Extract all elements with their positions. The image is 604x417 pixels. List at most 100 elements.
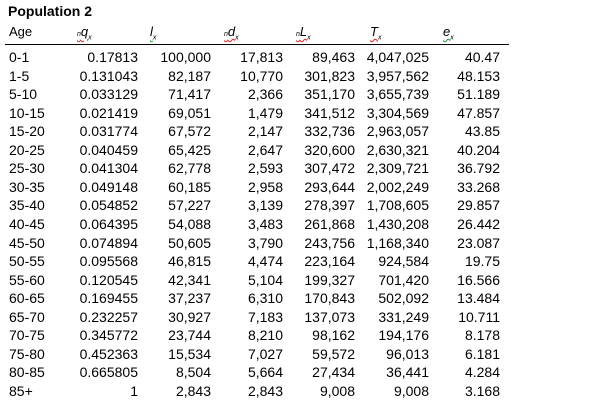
cell-qx: 0.049148 bbox=[79, 178, 138, 195]
cell-qx: 0.452363 bbox=[79, 345, 138, 362]
header-age: Age bbox=[9, 24, 33, 39]
cell-age: 50-55 bbox=[9, 253, 45, 270]
cell-qx: 0.17813 bbox=[87, 49, 138, 65]
table-title: Population 2 bbox=[8, 3, 92, 19]
cell-dx: 2,593 bbox=[247, 160, 283, 177]
table-row: 35-40 0.054852 57,227 3,139 278,397 1,708,605… bbox=[0, 197, 604, 215]
cell-Tx: 331,249 bbox=[378, 308, 429, 325]
cell-dx: 4,474 bbox=[247, 253, 283, 270]
cell-Lx: 59,572 bbox=[312, 345, 355, 362]
cell-qx: 0.033129 bbox=[79, 86, 138, 103]
cell-dx: 7,027 bbox=[247, 345, 283, 362]
cell-dx: 2,843 bbox=[247, 382, 283, 399]
cell-dx: 2,958 bbox=[247, 178, 283, 195]
table-row: 50-55 0.095568 46,815 4,474 223,164 924,584 19… bbox=[0, 253, 604, 271]
table-row: 65-70 0.232257 30,927 7,183 137,073 331,249 10… bbox=[0, 309, 604, 327]
cell-age: 60-65 bbox=[9, 290, 45, 307]
cell-ex: 48.153 bbox=[457, 67, 500, 84]
cell-lx: 23,744 bbox=[168, 327, 211, 344]
cell-age: 65-70 bbox=[9, 308, 45, 325]
cell-Tx: 2,002,249 bbox=[366, 178, 429, 195]
cell-age: 1-5 bbox=[9, 67, 30, 84]
table-row: 55-60 0.120545 42,341 5,104 199,327 701,420 16… bbox=[0, 272, 604, 290]
table-row: 5-10 0.033129 71,417 2,366 351,170 3,655,739 5… bbox=[0, 86, 604, 104]
cell-lx: 54,088 bbox=[168, 215, 211, 232]
cell-dx: 10,770 bbox=[240, 67, 283, 84]
cell-dx: 6,310 bbox=[247, 290, 283, 307]
cell-ex: 40.204 bbox=[457, 141, 500, 158]
cell-ex: 40.47 bbox=[464, 49, 500, 65]
cell-Tx: 2,630,321 bbox=[366, 141, 429, 158]
cell-Lx: 293,644 bbox=[304, 178, 355, 195]
cell-dx: 8,210 bbox=[247, 327, 283, 344]
header-Lx: nLx bbox=[296, 24, 311, 42]
cell-Lx: 137,073 bbox=[304, 308, 355, 325]
cell-qx: 0.054852 bbox=[79, 197, 138, 214]
cell-Tx: 9,008 bbox=[393, 382, 429, 399]
table-row: 10-15 0.021419 69,051 1,479 341,512 3,304,569… bbox=[0, 105, 604, 123]
cell-qx: 0.095568 bbox=[79, 253, 138, 270]
cell-qx: 0.345772 bbox=[79, 327, 138, 344]
cell-Tx: 96,013 bbox=[386, 345, 429, 362]
cell-age: 70-75 bbox=[9, 327, 45, 344]
cell-age: 40-45 bbox=[9, 215, 45, 232]
cell-ex: 23.087 bbox=[457, 234, 500, 251]
cell-lx: 57,227 bbox=[168, 197, 211, 214]
cell-age: 85+ bbox=[9, 382, 33, 399]
header-divider bbox=[5, 44, 509, 45]
cell-Tx: 2,963,057 bbox=[366, 123, 429, 140]
header-lx: lx bbox=[150, 24, 157, 42]
cell-age: 20-25 bbox=[9, 141, 45, 158]
cell-qx: 0.131043 bbox=[79, 67, 138, 84]
cell-dx: 17,813 bbox=[240, 49, 283, 65]
cell-lx: 50,605 bbox=[168, 234, 211, 251]
cell-Tx: 1,708,605 bbox=[366, 197, 429, 214]
table-row: 75-80 0.452363 15,534 7,027 59,572 96,013 6.18… bbox=[0, 346, 604, 364]
cell-qx: 0.031774 bbox=[79, 123, 138, 140]
cell-Tx: 3,957,562 bbox=[366, 67, 429, 84]
cell-lx: 8,504 bbox=[175, 364, 211, 381]
cell-ex: 19.75 bbox=[464, 253, 500, 270]
cell-qx: 0.232257 bbox=[79, 308, 138, 325]
table-row: 30-35 0.049148 60,185 2,958 293,644 2,002,249… bbox=[0, 179, 604, 197]
cell-Lx: 301,823 bbox=[304, 67, 355, 84]
cell-ex: 6.181 bbox=[464, 345, 500, 362]
cell-age: 15-20 bbox=[9, 123, 45, 140]
cell-age: 25-30 bbox=[9, 160, 45, 177]
cell-dx: 2,147 bbox=[247, 123, 283, 140]
cell-Lx: 332,736 bbox=[304, 123, 355, 140]
cell-dx: 2,647 bbox=[247, 141, 283, 158]
cell-Tx: 4,047,025 bbox=[366, 49, 429, 65]
cell-dx: 3,139 bbox=[247, 197, 283, 214]
header-Tx: Tx bbox=[370, 24, 382, 42]
cell-Lx: 223,164 bbox=[304, 253, 355, 270]
cell-qx: 1 bbox=[130, 382, 138, 399]
cell-qx: 0.021419 bbox=[79, 104, 138, 121]
cell-lx: 2,843 bbox=[175, 382, 211, 399]
cell-qx: 0.041304 bbox=[79, 160, 138, 177]
cell-age: 45-50 bbox=[9, 234, 45, 251]
cell-qx: 0.120545 bbox=[79, 271, 138, 288]
cell-age: 10-15 bbox=[9, 104, 45, 121]
cell-lx: 100,000 bbox=[160, 49, 211, 65]
table-row: 85+ 1 2,843 2,843 9,008 9,008 3.168 bbox=[0, 383, 604, 401]
cell-Tx: 36,441 bbox=[386, 364, 429, 381]
cell-dx: 5,104 bbox=[247, 271, 283, 288]
cell-lx: 37,237 bbox=[168, 290, 211, 307]
header-dx: ndx bbox=[224, 24, 239, 42]
cell-Lx: 307,472 bbox=[304, 160, 355, 177]
cell-Tx: 1,168,340 bbox=[366, 234, 429, 251]
table-row: 70-75 0.345772 23,744 8,210 98,162 194,176 8.1… bbox=[0, 327, 604, 345]
table-row: 45-50 0.074894 50,605 3,790 243,756 1,168,340… bbox=[0, 235, 604, 253]
cell-Tx: 3,304,569 bbox=[366, 104, 429, 121]
header-qx: nqx bbox=[77, 24, 92, 42]
cell-ex: 47.857 bbox=[457, 104, 500, 121]
cell-age: 30-35 bbox=[9, 178, 45, 195]
cell-lx: 71,417 bbox=[168, 86, 211, 103]
cell-ex: 51.189 bbox=[457, 86, 500, 103]
cell-age: 80-85 bbox=[9, 364, 45, 381]
cell-ex: 16.566 bbox=[457, 271, 500, 288]
cell-dx: 3,483 bbox=[247, 215, 283, 232]
cell-age: 5-10 bbox=[9, 86, 38, 103]
cell-dx: 3,790 bbox=[247, 234, 283, 251]
